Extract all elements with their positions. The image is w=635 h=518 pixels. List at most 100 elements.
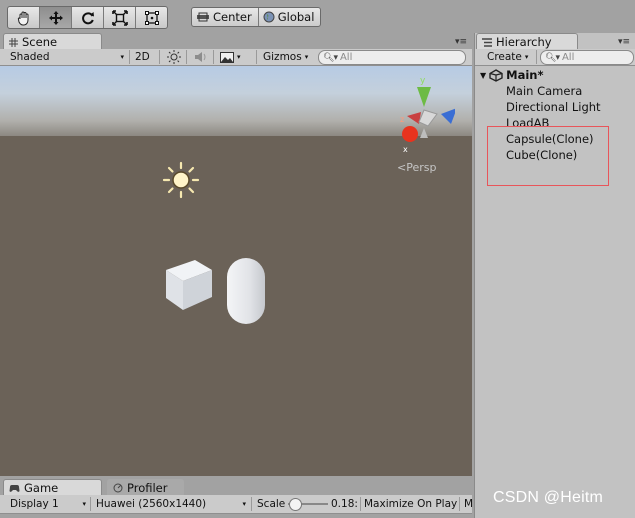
scene-audio-toggle[interactable]	[193, 50, 207, 67]
mode-2d-toggle[interactable]: 2D	[135, 49, 150, 65]
gizmo-x-label: x	[403, 145, 408, 154]
profiler-icon	[113, 483, 123, 493]
tab-scene[interactable]: Scene	[3, 33, 102, 50]
hierarchy-item-label: Main Camera	[506, 84, 583, 98]
scene-search-placeholder: All	[339, 52, 353, 63]
pivot-center-label: Center	[213, 10, 252, 24]
scale-value: 0.18:	[331, 496, 358, 512]
dropdown-caret-icon: ▾	[120, 53, 124, 61]
scene-lighting-toggle[interactable]	[167, 50, 181, 67]
toolbar-divider	[256, 50, 257, 64]
scene-tabstrip: Scene ▾≡	[0, 33, 472, 50]
hand-tool-button[interactable]	[8, 7, 40, 28]
toolbar-divider	[360, 497, 361, 511]
unity-scene-icon	[489, 68, 503, 82]
game-tabstrip: Game Profiler	[0, 478, 472, 496]
pivot-toggles: Center Global	[191, 7, 322, 27]
hierarchy-item-directional-light[interactable]: Directional Light	[506, 100, 601, 114]
game-toolbar-overflow[interactable]: M	[464, 496, 473, 512]
pivot-center-button[interactable]: Center	[192, 8, 259, 26]
rotate-icon	[81, 11, 94, 24]
gizmos-label: Gizmos	[263, 51, 302, 63]
resolution-value: Huawei (2560x1440)	[96, 498, 207, 510]
scale-label: Scale	[257, 496, 285, 512]
scene-grid-icon	[9, 37, 18, 47]
tab-game-label: Game	[24, 481, 59, 495]
scene-toolbar: Shaded ▾ 2D ▾ Gizmos ▾ 🔍︎ ▾ All	[0, 49, 472, 66]
search-caret-icon: ▾	[555, 52, 560, 63]
gizmos-dropdown[interactable]: Gizmos ▾	[263, 49, 308, 65]
scale-label-text: Scale	[257, 498, 286, 510]
toolbar-divider	[186, 50, 187, 64]
persp-arrow-icon: <	[397, 161, 407, 174]
toolbar-divider	[536, 50, 537, 64]
create-label: Create	[487, 51, 522, 63]
hierarchy-panel-menu-icon[interactable]: ▾≡	[618, 37, 630, 47]
gizmo-z-label: z	[400, 115, 404, 124]
capsule-object[interactable]	[224, 256, 268, 326]
highlight-box	[487, 126, 609, 186]
scene-search-input[interactable]: 🔍︎ ▾ All	[318, 50, 466, 65]
tab-game[interactable]: Game	[3, 479, 102, 496]
scale-slider-thumb[interactable]	[289, 498, 302, 511]
pivot-global-button[interactable]: Global	[259, 8, 321, 26]
toolbar-divider	[159, 50, 160, 64]
display-value: Display 1	[10, 498, 59, 510]
tab-scene-label: Scene	[22, 35, 58, 49]
pivot-center-icon	[197, 12, 209, 22]
create-dropdown[interactable]: Create ▾	[487, 49, 528, 65]
tab-profiler-label: Profiler	[127, 481, 168, 495]
hierarchy-item-main-camera[interactable]: Main Camera	[506, 84, 582, 98]
scene-root-row[interactable]: ▼ Main*	[480, 68, 544, 82]
move-tool-button[interactable]	[40, 7, 72, 28]
hand-icon	[17, 11, 28, 25]
tab-hierarchy[interactable]: Hierarchy	[476, 33, 578, 50]
toolbar-divider	[129, 50, 130, 64]
hierarchy-search-input[interactable]: 🔍︎ ▾ All	[540, 50, 634, 65]
cube-object[interactable]	[163, 256, 215, 312]
display-dropdown[interactable]: Display 1 ▾	[10, 496, 88, 512]
watermark: CSDN @Heitm	[493, 489, 604, 506]
hierarchy-toolbar: Create ▾ 🔍︎ ▾ All	[475, 49, 635, 66]
tab-profiler[interactable]: Profiler	[107, 479, 184, 496]
rect-tool-button[interactable]	[136, 7, 167, 28]
search-caret-icon: ▾	[333, 52, 338, 63]
game-toolbar: Display 1 ▾ Huawei (2560x1440) ▾ Scale 0…	[0, 495, 473, 514]
rotate-tool-button[interactable]	[72, 7, 104, 28]
mode-2d-label: 2D	[135, 51, 150, 63]
hierarchy-search-placeholder: All	[561, 52, 575, 63]
toolbar-divider	[459, 497, 460, 511]
scene-viewport[interactable]: y z x <Persp	[0, 66, 472, 476]
rect-tool-icon	[144, 10, 159, 25]
game-controller-icon	[9, 484, 20, 492]
main-toolbar: Center Global	[0, 0, 635, 33]
maximize-on-play-toggle[interactable]: Maximize On Play	[364, 496, 457, 512]
toolbar-divider	[213, 50, 214, 64]
toolbar-divider	[90, 497, 91, 511]
panel-menu-icon[interactable]: ▾≡	[455, 37, 467, 47]
sun-icon	[167, 50, 181, 64]
overflow-label: M	[464, 498, 474, 510]
gizmo-y-label: y	[420, 76, 426, 86]
hierarchy-list-icon	[482, 37, 492, 47]
dropdown-caret-icon: ▾	[82, 500, 86, 508]
image-icon	[220, 51, 234, 63]
projection-toggle[interactable]: <Persp	[397, 161, 436, 174]
scale-tool-button[interactable]	[104, 7, 136, 28]
scale-icon	[111, 9, 128, 26]
orientation-gizmo[interactable]: y z x	[393, 74, 455, 156]
hierarchy-item-label: Directional Light	[506, 100, 601, 114]
shading-mode-value: Shaded	[10, 51, 50, 63]
dropdown-caret-icon: ▾	[242, 500, 246, 508]
resolution-dropdown[interactable]: Huawei (2560x1440) ▾	[96, 496, 248, 512]
dropdown-caret-icon: ▾	[304, 53, 309, 61]
transform-tools	[7, 6, 168, 29]
pivot-global-label: Global	[277, 10, 315, 24]
scene-effects-dropdown[interactable]: ▾	[220, 49, 241, 65]
scale-value-text: 0.18:	[331, 498, 358, 510]
shading-mode-dropdown[interactable]: Shaded ▾	[10, 49, 126, 65]
dropdown-caret-icon: ▾	[524, 53, 529, 61]
directional-light-icon[interactable]	[162, 161, 200, 199]
persp-label: Persp	[406, 161, 437, 174]
dropdown-caret-icon: ▾	[237, 53, 241, 61]
